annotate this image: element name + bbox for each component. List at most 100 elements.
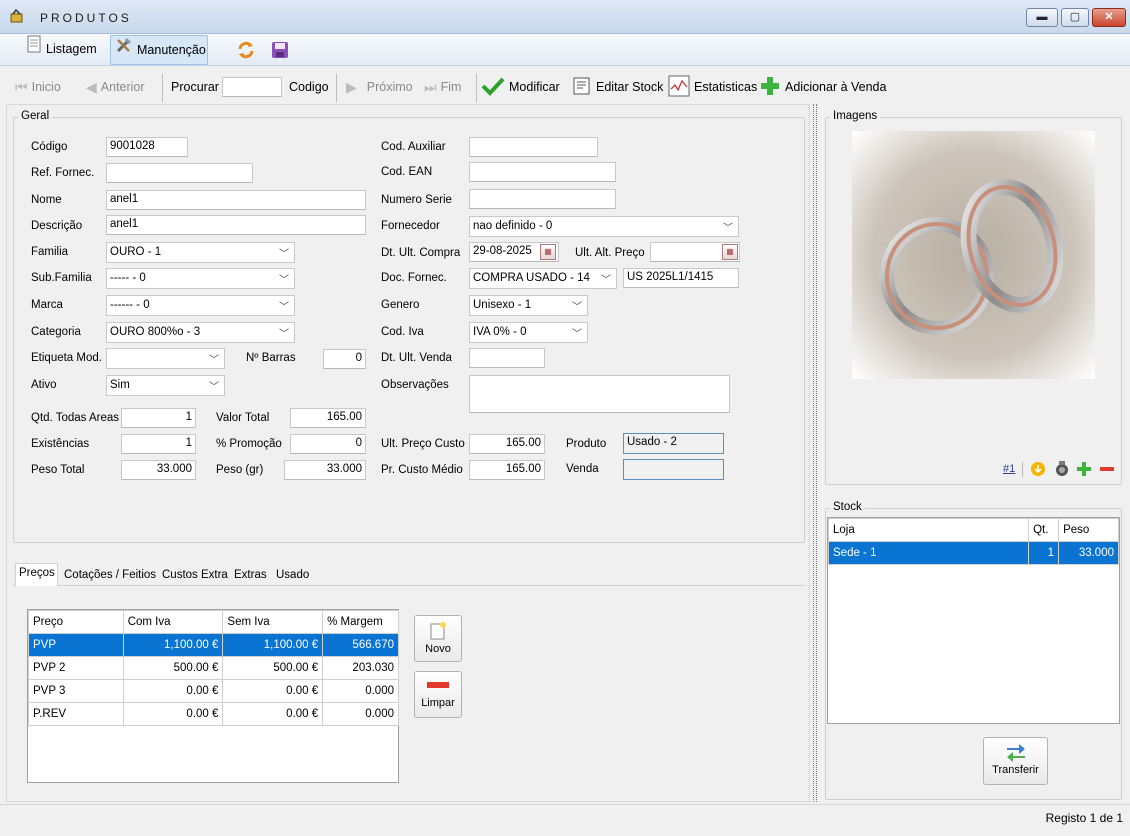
proximo-button[interactable]: ▶ Próximo	[346, 76, 413, 98]
procurar-input[interactable]	[222, 77, 282, 97]
nome-field[interactable]: anel1	[106, 190, 366, 210]
estatisticas-button[interactable]: Estatisticas	[668, 75, 757, 98]
observacoes-field[interactable]	[469, 375, 730, 413]
ref-fornec-field[interactable]	[106, 163, 253, 183]
toolbar-separator	[162, 74, 163, 102]
ult-preco-custo-field[interactable]: 165.00	[469, 434, 545, 454]
peso-total-field[interactable]: 33.000	[121, 460, 196, 480]
status-bar	[0, 804, 1130, 836]
table-cell: 0.00 €	[222, 679, 324, 703]
inicio-button[interactable]: ⏮ Inicio	[15, 76, 61, 98]
tab-precos[interactable]: Preços	[15, 563, 58, 586]
chevron-down-icon: ﹀	[601, 275, 611, 286]
fim-button[interactable]: ⏭ Fim	[424, 76, 461, 98]
tab-extras[interactable]: Extras	[231, 566, 270, 586]
valor-total-label: Valor Total	[216, 412, 270, 424]
adicionar-venda-button[interactable]: Adicionar à Venda	[759, 76, 886, 98]
minimize-button[interactable]: ▬	[1026, 8, 1058, 27]
sub-familia-select[interactable]: ----- - 0 ﹀	[106, 268, 295, 289]
download-icon[interactable]	[1030, 461, 1046, 480]
n-barras-field[interactable]: 0	[323, 349, 366, 369]
navigation-toolbar	[0, 68, 1130, 106]
table-row[interactable]: Sede - 1 1 33.000	[827, 541, 1119, 565]
tab-usado[interactable]: Usado	[273, 566, 312, 586]
column-header[interactable]: Sem Iva	[222, 610, 324, 634]
familia-value: OURO - 1	[110, 246, 162, 258]
descricao-field[interactable]: anel1	[106, 215, 366, 235]
codigo-field[interactable]: 9001028	[106, 137, 188, 157]
transferir-button[interactable]: Transferir	[983, 737, 1048, 785]
next-record-icon: ▶	[346, 78, 357, 95]
peso-gr-field[interactable]: 33.000	[284, 460, 366, 480]
numero-serie-label: Numero Serie	[381, 194, 452, 206]
column-header[interactable]: Qt.	[1028, 518, 1060, 542]
column-header[interactable]: Com Iva	[122, 610, 224, 634]
codigo-label: Código	[31, 141, 68, 153]
existencias-field[interactable]: 1	[121, 434, 196, 454]
valor-total-field[interactable]: 165.00	[290, 408, 366, 428]
marca-select[interactable]: ------ - 0 ﹀	[106, 295, 295, 316]
observacoes-label: Observações	[381, 379, 449, 391]
anterior-label: Anterior	[100, 80, 145, 94]
manutencao-button[interactable]: Manutenção	[110, 35, 208, 65]
column-header[interactable]: Preço	[28, 610, 124, 634]
save-icon[interactable]	[270, 40, 290, 63]
maximize-button[interactable]: ▢	[1061, 8, 1089, 27]
table-cell: 1	[1028, 541, 1060, 565]
table-row[interactable]: P.REV 0.00 € 0.00 € 0.000	[28, 702, 399, 726]
close-button[interactable]: ✕	[1092, 8, 1126, 27]
categoria-select[interactable]: OURO 800%o - 3 ﹀	[106, 322, 295, 343]
familia-label: Familia	[31, 246, 69, 258]
fornecedor-select[interactable]: nao definido - 0 ﹀	[469, 216, 739, 237]
marca-label: Marca	[31, 299, 63, 311]
doc-fornec-ref-field[interactable]: US 2025L1/1415	[623, 268, 739, 288]
table-row[interactable]: PVP 1,100.00 € 1,100.00 € 566.670	[28, 633, 399, 657]
produto-label: Produto	[566, 438, 607, 450]
column-header[interactable]: Loja	[827, 518, 1030, 542]
tab-custos-extra[interactable]: Custos Extra	[159, 566, 231, 586]
new-document-icon	[428, 621, 448, 641]
remove-image-icon[interactable]	[1099, 461, 1115, 480]
plus-icon	[759, 75, 781, 100]
procurar-label: Procurar	[171, 80, 219, 94]
dt-ult-compra-value: 29-08-2025	[473, 245, 532, 257]
chevron-down-icon: ﹀	[723, 223, 733, 234]
novo-button[interactable]: Novo	[414, 615, 462, 662]
toolbar-separator	[476, 74, 477, 102]
tab-cotacoes-feitios[interactable]: Cotações / Feitios	[61, 566, 159, 586]
promocao-field[interactable]: 0	[290, 434, 366, 454]
etiqueta-mod-select[interactable]: ﹀	[106, 348, 225, 369]
cod-ean-field[interactable]	[469, 162, 616, 182]
table-row[interactable]: PVP 3 0.00 € 0.00 € 0.000	[28, 679, 399, 703]
editar-stock-button[interactable]: Editar Stock	[572, 76, 663, 98]
ativo-select[interactable]: Sim ﹀	[106, 375, 225, 396]
familia-select[interactable]: OURO - 1 ﹀	[106, 242, 295, 263]
existencias-label: Existências	[31, 438, 90, 450]
limpar-button[interactable]: Limpar	[414, 671, 462, 718]
ult-preco-custo-label: Ult. Preço Custo	[381, 438, 465, 450]
toolbar-separator	[336, 74, 337, 102]
column-header[interactable]: Peso	[1058, 518, 1119, 542]
genero-select[interactable]: Unisexo - 1 ﹀	[469, 295, 588, 316]
modificar-button[interactable]: Modificar	[481, 76, 560, 98]
pr-custo-medio-field[interactable]: 165.00	[469, 460, 545, 480]
dt-ult-venda-field[interactable]	[469, 348, 545, 368]
splitter[interactable]	[813, 104, 817, 802]
table-row[interactable]: PVP 2 500.00 € 500.00 € 203.030	[28, 656, 399, 680]
anterior-button[interactable]: ◀ Anterior	[86, 76, 145, 98]
calendar-icon[interactable]: ▦	[540, 244, 556, 260]
camera-icon[interactable]	[1054, 460, 1070, 481]
doc-fornec-select[interactable]: COMPRA USADO - 14 ﹀	[469, 268, 617, 289]
calendar-icon[interactable]: ▦	[722, 244, 738, 260]
chevron-down-icon: ﹀	[572, 329, 582, 340]
table-cell: 500.00 €	[122, 656, 224, 680]
listagem-label: Listagem	[46, 42, 97, 56]
qtd-todas-areas-field[interactable]: 1	[121, 408, 196, 428]
cod-iva-select[interactable]: IVA 0% - 0 ﹀	[469, 322, 588, 343]
column-header[interactable]: % Margem	[322, 610, 399, 634]
refresh-icon[interactable]	[236, 40, 256, 63]
numero-serie-field[interactable]	[469, 189, 616, 209]
add-image-icon[interactable]	[1076, 461, 1092, 480]
listagem-button[interactable]: Listagem	[22, 34, 101, 65]
cod-auxiliar-field[interactable]	[469, 137, 598, 157]
